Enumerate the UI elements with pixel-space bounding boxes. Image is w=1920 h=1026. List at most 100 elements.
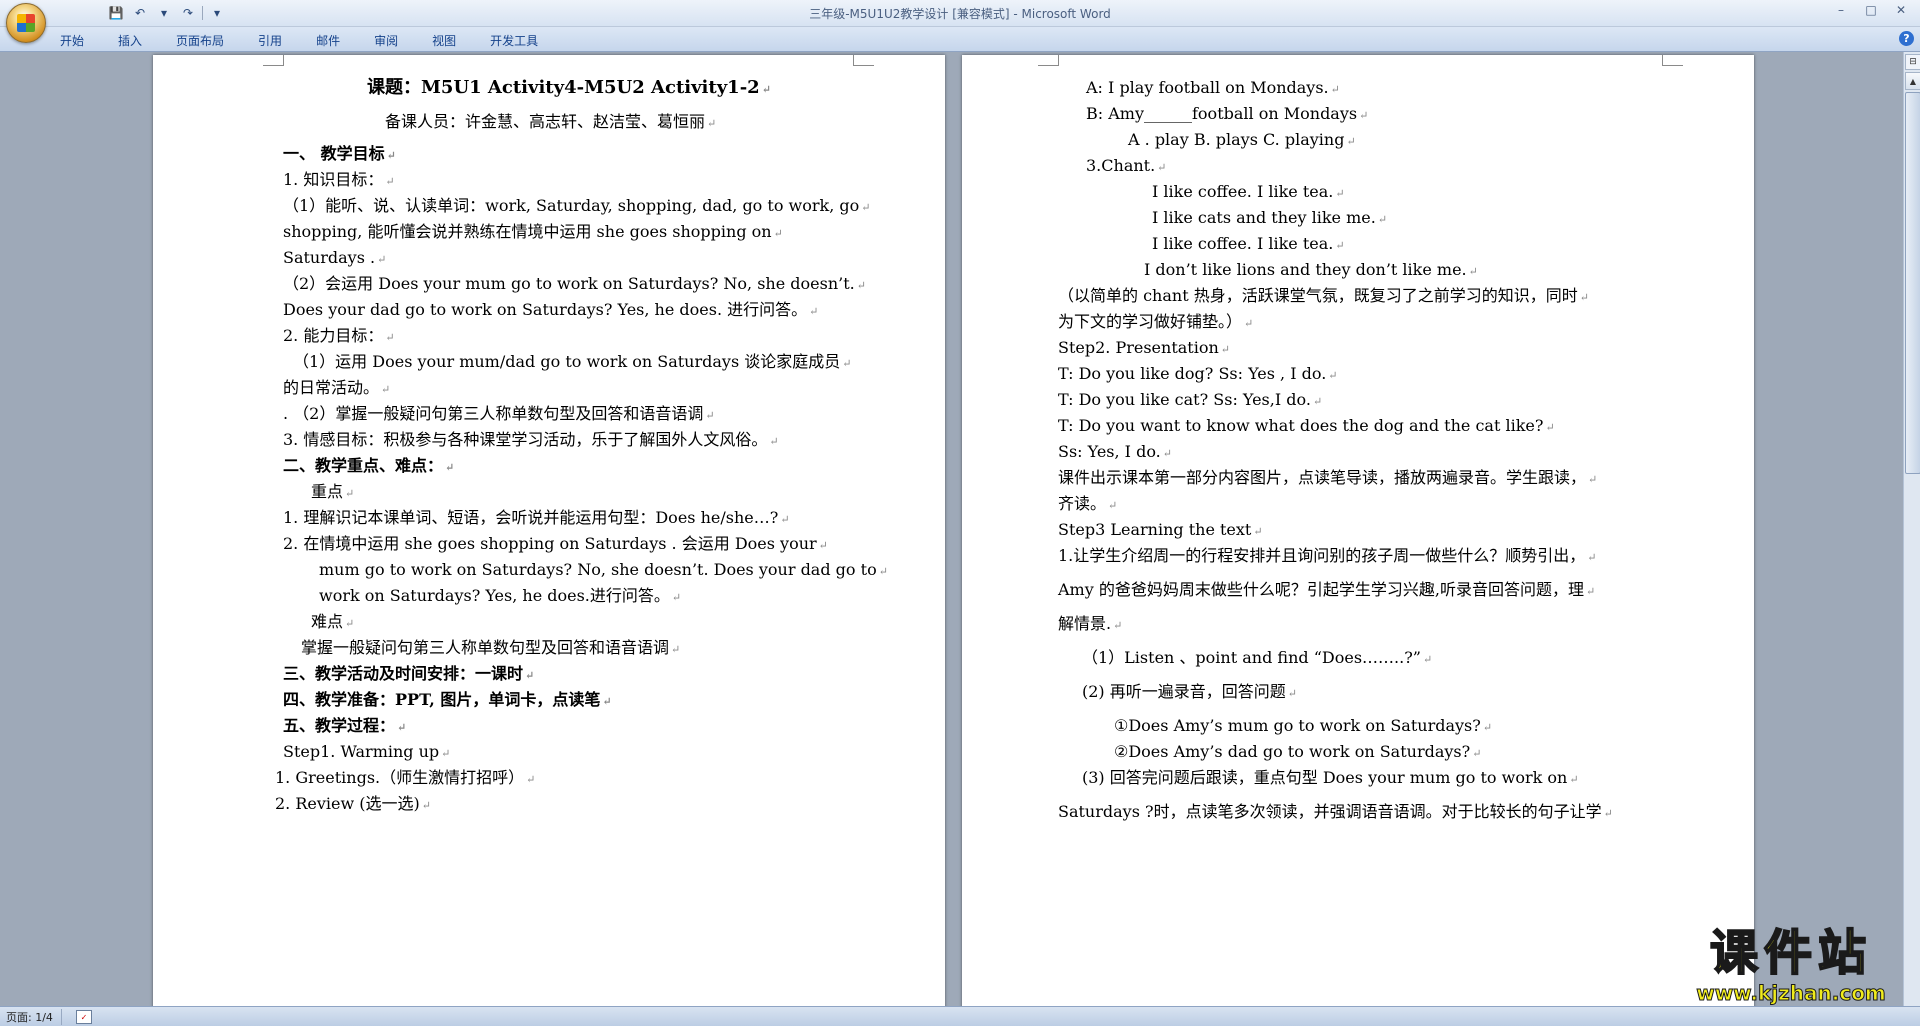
scroll-up-icon[interactable]: ▲ <box>1905 72 1920 90</box>
paragraph-line: 备课人员：许金慧、高志轩、赵洁莹、葛恒丽 ↵ <box>385 111 716 135</box>
tab-view[interactable]: 视图 <box>430 30 458 51</box>
paragraph-line: 课题：M5U1 Activity4-M5U2 Activity1-2 ↵ <box>367 77 771 101</box>
paragraph-line: I like cats and they like me. ↵ <box>1152 207 1387 231</box>
tab-mailings[interactable]: 邮件 <box>314 30 342 51</box>
vertical-scrollbar[interactable]: ⊟ ▲ <box>1903 52 1920 1006</box>
paragraph-mark-icon: ↵ <box>773 227 783 240</box>
margin-corner-mark <box>1038 55 1059 66</box>
document-page-2[interactable]: A: I play football on Mondays. ↵ B: Amy___… <box>962 55 1754 1006</box>
paragraph-mark-icon: ↵ <box>705 409 715 422</box>
paragraph-mark-icon: ↵ <box>1587 551 1597 564</box>
tab-developer[interactable]: 开发工具 <box>488 30 540 51</box>
paragraph-line: Step1. Warming up ↵ <box>283 741 450 765</box>
paragraph-line: ①Does Amy’s mum go to work on Saturdays?… <box>1114 715 1492 739</box>
paragraph-mark-icon: ↵ <box>386 149 396 162</box>
paragraph-line: 1. 知识目标： ↵ <box>283 169 395 193</box>
paragraph-mark-icon: ↵ <box>525 669 535 682</box>
paragraph-mark-icon: ↵ <box>377 253 387 266</box>
tab-home[interactable]: 开始 <box>58 30 86 51</box>
paragraph-mark-icon: ↵ <box>1585 585 1596 598</box>
paragraph-text: （1）能听、说、认读单词：work, Saturday, shopping, d… <box>283 196 860 215</box>
paragraph-line: I don’t like lions and they don’t like m… <box>1144 259 1478 283</box>
paragraph-mark-icon: ↵ <box>878 565 888 578</box>
paragraph-text: I like cats and they like me. <box>1152 208 1376 227</box>
paragraph-mark-icon: ↵ <box>1220 343 1230 356</box>
paragraph-text: 重点 <box>311 482 344 501</box>
margin-corner-mark <box>1662 55 1683 66</box>
paragraph-text: 为下文的学习做好铺垫。） <box>1058 312 1243 331</box>
page-count-status[interactable]: 页面: 1/4 <box>6 1009 62 1025</box>
paragraph-mark-icon: ↵ <box>1312 395 1323 408</box>
paragraph-text: T: Do you like cat? Ss: Yes,I do. <box>1058 390 1311 409</box>
paragraph-line: Saturdays ?时，点读笔多次领读，并强调语音语调。对于比较长的句子让学 ↵ <box>1058 801 1613 825</box>
paragraph-text: Saturdays . <box>283 248 376 267</box>
close-button[interactable]: ✕ <box>1886 0 1916 20</box>
paragraph-mark-icon: ↵ <box>1287 687 1297 700</box>
paragraph-line: 1.让学生介绍周一的行程安排并且询问别的孩子周一做些什么？顺势引出， ↵ <box>1058 545 1597 569</box>
paragraph-line: （2）会运用 Does your mum go to work on Satur… <box>283 273 866 297</box>
paragraph-mark-icon: ↵ <box>842 357 852 370</box>
site-watermark-logo: 课件站 www.kjzhan.com <box>1672 924 1910 1006</box>
minimize-button[interactable]: – <box>1826 0 1856 20</box>
watermark-url: www.kjzhan.com <box>1696 981 1887 1006</box>
scroll-thumb[interactable] <box>1905 92 1920 474</box>
ribbon-tabs: 开始 插入 页面布局 引用 邮件 审阅 视图 开发工具 <box>58 30 540 51</box>
paragraph-text: 1. 理解识记本课单词、短语，会听说并能运用句型：Does he/she…? <box>283 508 779 527</box>
window-controls: – □ ✕ <box>1826 0 1916 20</box>
paragraph-line: 一、 教学目标 ↵ <box>283 143 396 167</box>
paragraph-text: Step1. Warming up <box>283 742 440 761</box>
paragraph-mark-icon: ↵ <box>421 799 431 812</box>
tab-references[interactable]: 引用 <box>256 30 284 51</box>
paragraph-text: 二、教学重点、难点： <box>283 456 444 475</box>
maximize-button[interactable]: □ <box>1856 0 1886 20</box>
paragraph-line: 二、教学重点、难点： ↵ <box>283 455 454 479</box>
paragraph-mark-icon: ↵ <box>397 721 407 734</box>
paragraph-text: T: Do you want to know what does the dog… <box>1058 416 1544 435</box>
proofing-status-icon[interactable]: ✓ <box>76 1010 92 1024</box>
status-bar: 页面: 1/4 ✓ <box>0 1006 1920 1026</box>
paragraph-text: 2. Review (选一选) <box>275 794 420 813</box>
margin-corner-mark <box>853 55 874 66</box>
paragraph-text: (2) 再听一遍录音，回答问题 <box>1082 682 1286 701</box>
paragraph-text: T: Do you like dog? Ss: Yes , I do. <box>1058 364 1327 383</box>
paragraph-mark-icon: ↵ <box>1346 135 1356 148</box>
paragraph-line: ②Does Amy’s dad go to work on Saturdays?… <box>1114 741 1481 765</box>
view-ruler-icon[interactable]: ⊟ <box>1905 54 1920 70</box>
tab-insert[interactable]: 插入 <box>116 30 144 51</box>
paragraph-line: Amy 的爸爸妈妈周末做些什么呢？引起学生学习兴趣,听录音回答问题，理 ↵ <box>1058 579 1595 603</box>
paragraph-text: ②Does Amy’s dad go to work on Saturdays? <box>1114 742 1471 761</box>
paragraph-mark-icon: ↵ <box>761 83 771 96</box>
paragraph-text: 课件出示课本第一部分内容图片，点读笔导读，播放两遍录音。学生跟读， <box>1058 468 1587 487</box>
document-page-1[interactable]: 课题：M5U1 Activity4-M5U2 Activity1-2 ↵ 备课人员：… <box>153 55 945 1006</box>
paragraph-mark-icon: ↵ <box>445 461 455 474</box>
paragraph-mark-icon: ↵ <box>1157 161 1167 174</box>
paragraph-line: 重点 ↵ <box>311 481 354 505</box>
paragraph-text: 3. 情感目标：积极参与各种课堂学习活动，乐于了解国外人文风俗。 <box>283 430 768 449</box>
paragraph-mark-icon: ↵ <box>1579 291 1589 304</box>
office-button[interactable] <box>6 3 46 43</box>
document-area[interactable]: 课题：M5U1 Activity4-M5U2 Activity1-2 ↵ 备课人员：… <box>0 52 1903 1006</box>
tab-page-layout[interactable]: 页面布局 <box>174 30 226 51</box>
paragraph-mark-icon: ↵ <box>385 331 395 344</box>
paragraph-mark-icon: ↵ <box>1335 187 1345 200</box>
paragraph-line: （1）运用 Does your mum/dad go to work on Sa… <box>293 351 851 375</box>
paragraph-text: Does your dad go to work on Saturdays? Y… <box>283 300 808 319</box>
paragraph-text: Amy 的爸爸妈妈周末做些什么呢？引起学生学习兴趣,听录音回答问题，理 <box>1058 580 1584 599</box>
paragraph-text: I like coffee. I like tea. <box>1152 234 1334 253</box>
paragraph-mark-icon: ↵ <box>1603 807 1613 820</box>
paragraph-text: 课题：M5U1 Activity4-M5U2 Activity1-2 <box>367 77 760 98</box>
help-icon[interactable]: ? <box>1899 31 1914 46</box>
paragraph-line: 五、教学过程： ↵ <box>283 715 406 739</box>
paragraph-text: work on Saturdays? Yes, he does.进行问答。 <box>319 586 670 605</box>
paragraph-mark-icon: ↵ <box>345 487 355 500</box>
paragraph-line: （1）能听、说、认读单词：work, Saturday, shopping, d… <box>283 195 871 219</box>
paragraph-text: 2. 能力目标： <box>283 326 384 345</box>
tab-review[interactable]: 审阅 <box>372 30 400 51</box>
paragraph-mark-icon: ↵ <box>526 773 536 786</box>
paragraph-mark-icon: ↵ <box>780 513 790 526</box>
paragraph-mark-icon: ↵ <box>809 305 819 318</box>
paragraph-line: 3.Chant. ↵ <box>1086 155 1166 179</box>
paragraph-line: 解情景. ↵ <box>1058 613 1122 637</box>
paragraph-mark-icon: ↵ <box>1108 499 1118 512</box>
paragraph-mark-icon: ↵ <box>1335 239 1345 252</box>
